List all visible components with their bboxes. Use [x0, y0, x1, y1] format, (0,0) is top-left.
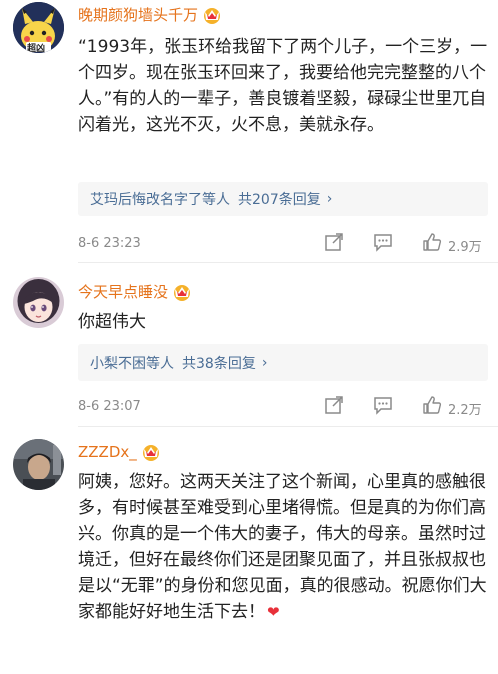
heart-icon: ❤ [267, 603, 280, 621]
comment-icon[interactable] [373, 395, 393, 419]
username-text: 晚期颜狗墙头千万 [78, 6, 199, 24]
reply-count: 共207条回复 [238, 192, 321, 208]
chevron-right-icon: › [326, 191, 333, 207]
like-count: 2.2万 [448, 403, 482, 418]
comment-text: 阿姨，您好。这两天关注了这个新闻，心里真的感触很多，有时候甚至难受到心里堵得慌。… [78, 469, 488, 625]
reply-count: 共38条回复 [182, 355, 256, 372]
reply-users: 艾玛后悔改名字了等人 [90, 192, 230, 208]
comment-text: 你超伟大 [78, 312, 146, 332]
avatar[interactable] [13, 439, 64, 490]
comment-icon[interactable] [373, 232, 393, 256]
share-icon[interactable] [324, 395, 344, 419]
share-icon[interactable] [324, 232, 344, 256]
comment-meta: 8-6 23:07 2.2万 [78, 396, 488, 419]
like-count: 2.9万 [448, 240, 482, 255]
timestamp: 8-6 23:23 [78, 236, 141, 251]
avatar[interactable]: 超凶 [13, 2, 64, 53]
comment-2: 今天早点睡没 你超伟大 小梨不困等人 共38条回复 › 8-6 23:07 2.… [0, 263, 498, 427]
username-text: 今天早点睡没 [78, 283, 169, 301]
username[interactable]: 今天早点睡没 [78, 281, 192, 302]
vip-crown-icon [141, 443, 161, 461]
reply-users: 小梨不困等人 [90, 355, 174, 372]
username[interactable]: 晚期颜狗墙头千万 [78, 4, 222, 25]
chevron-right-icon: › [261, 354, 268, 371]
comment-1: 超凶 晚期颜狗墙头千万 “1993年，张玉环给我留下了两个儿子，一个三岁，一个四… [0, 0, 498, 263]
replies-link[interactable]: 小梨不困等人 共38条回复 › [78, 344, 488, 381]
vip-crown-icon [172, 283, 192, 301]
like-icon[interactable] [422, 395, 442, 419]
vip-crown-icon [202, 6, 222, 24]
comment-meta: 8-6 23:23 2.9万 [78, 233, 488, 256]
comment-3: ZZZDx_ 阿姨，您好。这两天关注了这个新闻，心里真的感触很多，有时候甚至难受… [0, 427, 498, 674]
comment-text: “1993年，张玉环给我留下了两个儿子，一个三岁，一个四岁。现在张玉环回来了，我… [78, 37, 488, 135]
avatar[interactable] [13, 277, 64, 328]
comment-text-body: 阿姨，您好。这两天关注了这个新闻，心里真的感触很多，有时候甚至难受到心里堵得慌。… [78, 472, 487, 622]
timestamp: 8-6 23:07 [78, 399, 141, 414]
avatar-badge: 超凶 [27, 44, 46, 53]
replies-link[interactable]: 艾玛后悔改名字了等人 共207条回复 › [78, 182, 488, 216]
like-icon[interactable] [422, 232, 442, 256]
username-text: ZZZDx_ [78, 443, 137, 461]
username[interactable]: ZZZDx_ [78, 443, 161, 461]
